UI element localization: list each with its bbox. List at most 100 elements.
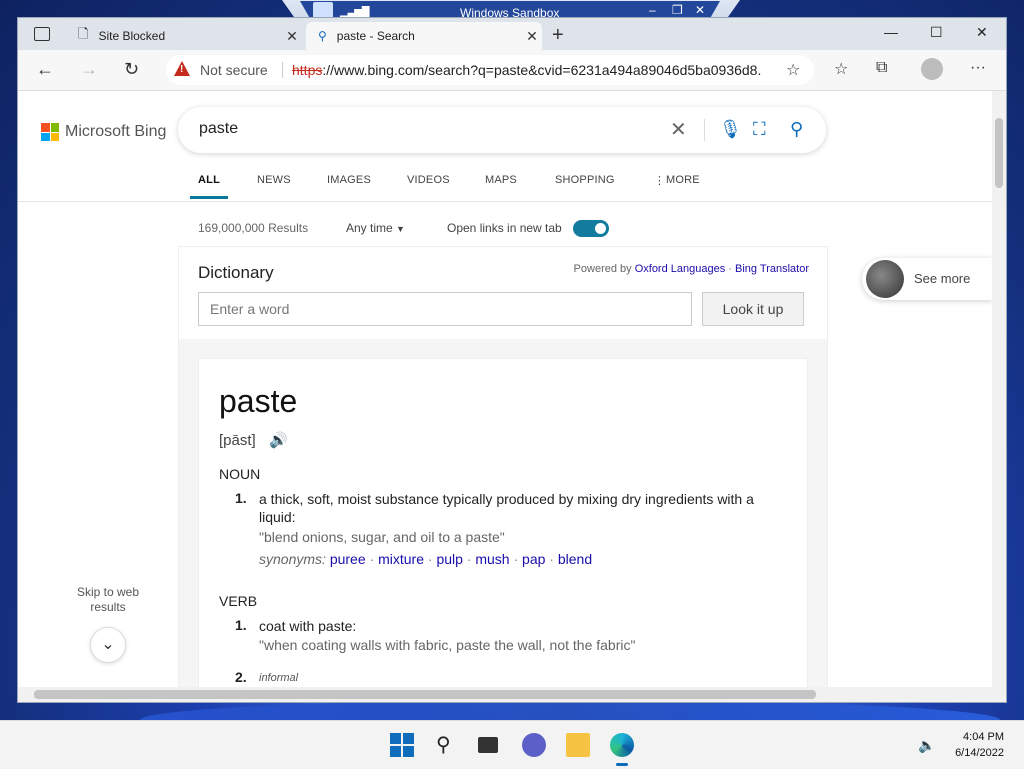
results-count: 169,000,000 Results <box>198 221 309 235</box>
profile-avatar[interactable] <box>921 58 943 80</box>
dictionary-card: Dictionary Powered by Oxford Languages ·… <box>178 246 828 687</box>
dictionary-entry: paste [pāst] 🔊 NOUN 1. a thick, soft, mo… <box>198 358 808 687</box>
tab-maps[interactable]: MAPS <box>485 174 517 186</box>
clock[interactable]: 4:04 PM 6/14/2022 <box>955 729 1004 761</box>
chat-icon[interactable] <box>522 733 546 757</box>
more-dots-icon[interactable]: ⋮ <box>654 174 665 187</box>
collections-icon[interactable]: ⧉ <box>876 59 887 77</box>
tab-news[interactable]: NEWS <box>257 174 291 186</box>
chevron-down-icon[interactable]: ⌄ <box>90 627 126 663</box>
time-filter-dropdown[interactable]: Any time ▼ <box>346 221 405 235</box>
tab-all[interactable]: ALL <box>190 174 228 199</box>
microsoft-logo-icon <box>41 123 59 141</box>
more-options-icon[interactable]: ··· <box>970 59 986 77</box>
url-rest: ://www.bing.com/search?q=paste&cvid=6231… <box>322 62 762 78</box>
tab-label: paste - Search <box>336 29 415 43</box>
bing-logo[interactable]: Microsoft Bing <box>41 123 166 141</box>
search-icon[interactable]: ⚲ <box>436 733 460 757</box>
search-box[interactable]: paste ✕ 🎙 ⛶ ⚲ <box>178 107 826 153</box>
dictionary-header: Dictionary Powered by Oxford Languages ·… <box>179 247 827 339</box>
horizontal-scroll-thumb[interactable] <box>34 690 816 699</box>
register-tag: informal <box>259 672 299 684</box>
url-scheme: https <box>292 62 323 78</box>
speaker-icon[interactable]: 🔊 <box>269 431 288 449</box>
synonym-link[interactable]: puree <box>330 551 366 567</box>
favorites-icon[interactable]: ☆ <box>834 59 848 79</box>
search-nav-tabs: ALL NEWS IMAGES VIDEOS MAPS SHOPPING ⋮ M… <box>18 169 992 202</box>
oxford-languages-link[interactable]: Oxford Languages <box>635 263 726 275</box>
microphone-icon[interactable]: 🎙 <box>719 119 742 140</box>
file-explorer-icon[interactable] <box>566 733 590 757</box>
synonym-link[interactable]: mush <box>475 551 509 567</box>
url-text[interactable]: https://www.bing.com/search?q=paste&cvid… <box>292 62 762 78</box>
maximize-icon[interactable]: ☐ <box>930 24 943 41</box>
page-icon: 🗋 <box>78 26 89 41</box>
clock-date: 6/14/2022 <box>955 747 1004 759</box>
powered-prefix: Powered by <box>573 263 632 275</box>
address-separator <box>282 62 283 78</box>
see-more-label: See more <box>914 271 971 286</box>
sandbox-close-icon[interactable]: ✕ <box>695 3 705 17</box>
word-input[interactable]: Enter a word <box>198 292 692 326</box>
dictionary-title: Dictionary <box>198 263 274 282</box>
look-it-up-button[interactable]: Look it up <box>702 292 804 326</box>
definition-number: 1. <box>235 490 247 506</box>
headword: paste <box>219 383 298 419</box>
sandbox-restore-icon[interactable]: ❐ <box>672 3 683 17</box>
searchbox-divider <box>704 119 705 141</box>
synonym-link[interactable]: mixture <box>378 551 424 567</box>
minimize-icon[interactable]: — <box>884 24 898 40</box>
visual-search-icon[interactable]: ⛶ <box>753 119 766 140</box>
synonym-link[interactable]: pulp <box>436 551 462 567</box>
tab-more[interactable]: MORE <box>666 174 700 186</box>
synonym-link[interactable]: blend <box>558 551 592 567</box>
security-label[interactable]: Not secure <box>200 62 268 78</box>
add-favorite-icon[interactable]: ☆ <box>786 60 800 80</box>
noun-definition: a thick, soft, moist substance typically… <box>259 491 754 525</box>
search-icon: ⚲ <box>318 29 327 43</box>
refresh-icon[interactable]: ↻ <box>124 59 139 80</box>
new-tab-icon[interactable]: + <box>552 24 564 47</box>
back-icon[interactable]: ← <box>36 59 54 80</box>
see-more-panel[interactable]: See more <box>862 258 992 300</box>
forward-icon[interactable]: → <box>80 59 98 80</box>
clear-search-icon[interactable]: ✕ <box>670 117 687 142</box>
tab-paste-search[interactable]: ⚲ paste - Search ✕ <box>306 22 542 50</box>
close-icon[interactable]: ✕ <box>976 24 988 41</box>
open-links-toggle[interactable] <box>573 220 609 237</box>
search-icon[interactable]: ⚲ <box>790 119 803 140</box>
verb-label: VERB <box>219 593 258 609</box>
close-tab-icon[interactable]: ✕ <box>522 28 542 45</box>
close-tab-icon[interactable]: ✕ <box>282 28 302 45</box>
noun-label: NOUN <box>219 466 261 482</box>
noun-example: "blend onions, sugar, and oil to a paste… <box>259 529 505 545</box>
synonyms-label: synonyms: <box>259 551 326 567</box>
tab-actions-icon[interactable] <box>34 27 50 41</box>
vertical-scroll-thumb[interactable] <box>995 118 1003 188</box>
pronunciation: [pāst] <box>219 432 256 449</box>
tab-shopping[interactable]: SHOPPING <box>555 174 615 186</box>
word-input-placeholder: Enter a word <box>210 301 290 317</box>
tab-site-blocked[interactable]: 🗋 Site Blocked ✕ <box>66 22 302 50</box>
volume-icon[interactable]: 🔈 <box>918 737 935 754</box>
edge-icon[interactable] <box>610 733 634 757</box>
skip-to-web-results[interactable]: Skip to web results <box>58 585 158 615</box>
start-icon[interactable] <box>390 733 414 757</box>
synonym-link[interactable]: pap <box>522 551 545 567</box>
warning-exclamation: ! <box>180 64 184 75</box>
globe-icon <box>866 260 904 298</box>
tab-strip: 🗋 Site Blocked ✕ ⚲ paste - Search ✕ + — … <box>18 18 1006 50</box>
tab-label: Site Blocked <box>98 29 166 43</box>
open-links-label: Open links in new tab <box>447 221 562 235</box>
tab-images[interactable]: IMAGES <box>327 174 371 186</box>
search-input[interactable]: paste <box>199 120 238 138</box>
task-view-icon[interactable] <box>478 737 498 753</box>
synonyms-line: synonyms: puree · mixture · pulp · mush … <box>259 551 593 567</box>
sandbox-minimize-icon[interactable]: – <box>649 3 656 17</box>
bing-translator-link[interactable]: Bing Translator <box>735 263 809 275</box>
logo-text: Microsoft Bing <box>65 123 167 140</box>
definition-number: 1. <box>235 617 247 633</box>
time-filter-label: Any time <box>346 221 393 235</box>
address-bar[interactable]: ! Not secure https://www.bing.com/search… <box>166 55 814 85</box>
tab-videos[interactable]: VIDEOS <box>407 174 450 186</box>
